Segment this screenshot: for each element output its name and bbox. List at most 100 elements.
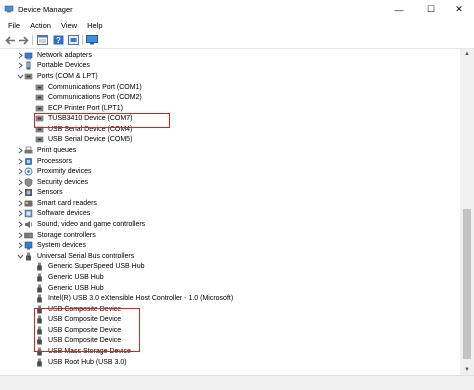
- sensor-icon: [25, 189, 32, 197]
- chevron-right-icon[interactable]: [16, 178, 24, 186]
- tree-item-label: Ports (COM & LPT): [37, 72, 98, 80]
- menu-view[interactable]: View: [61, 21, 77, 30]
- tree-item[interactable]: Ports (COM & LPT): [16, 71, 98, 82]
- chevron-right-icon[interactable]: [16, 221, 24, 229]
- scroll-thumb[interactable]: [463, 209, 471, 359]
- back-arrow-icon[interactable]: [4, 34, 16, 46]
- tree-item-label: Storage controllers: [37, 231, 96, 239]
- port-icon: [35, 137, 44, 143]
- port-icon: [24, 73, 33, 80]
- tree-item-label: Software devices: [37, 210, 91, 218]
- chevron-right-icon[interactable]: [16, 189, 24, 197]
- tree-item[interactable]: USB Serial Device (COM5): [27, 135, 132, 146]
- chevron-right-icon[interactable]: [16, 157, 24, 165]
- vertical-scrollbar[interactable]: ▲ ▼: [460, 49, 474, 375]
- tree-item[interactable]: Smart card readers: [16, 198, 97, 209]
- menu-bar: File Action View Help: [0, 19, 474, 32]
- tree-item[interactable]: Generic USB Hub: [27, 272, 104, 283]
- tree-item[interactable]: Storage controllers: [16, 230, 96, 241]
- tree-item[interactable]: Communications Port (COM1): [27, 82, 142, 93]
- window-title: Device Manager: [18, 5, 73, 14]
- usb-plug-icon: [37, 262, 42, 271]
- forward-arrow-icon[interactable]: [17, 34, 29, 46]
- help-icon[interactable]: ?: [52, 34, 64, 46]
- printer-icon: [24, 146, 33, 154]
- usb-controller-icon: [26, 252, 31, 261]
- tree-item[interactable]: Software devices: [16, 209, 90, 220]
- chevron-right-icon[interactable]: [16, 231, 24, 239]
- tree-item[interactable]: Proximity devices: [16, 166, 91, 177]
- tree-item[interactable]: Sound, video and game controllers: [16, 219, 145, 230]
- system-device-icon: [24, 241, 33, 250]
- menu-action[interactable]: Action: [30, 21, 51, 30]
- toolbar: ?: [0, 32, 474, 49]
- port-icon: [35, 84, 44, 90]
- menu-help[interactable]: Help: [87, 21, 102, 30]
- usb-plug-icon: [37, 284, 42, 293]
- tree-item-label: Communications Port (COM1): [48, 83, 142, 91]
- chevron-right-icon[interactable]: [16, 51, 24, 59]
- minimize-button[interactable]: —: [384, 0, 414, 19]
- security-icon: [24, 177, 33, 187]
- port-icon: [35, 105, 44, 111]
- tree-item-label: Generic USB Hub: [48, 273, 104, 281]
- tree-item-label: Generic USB Hub: [48, 284, 104, 292]
- toolbar-separator: [32, 35, 33, 45]
- tree-item-label: Generic SuperSpeed USB Hub: [48, 263, 145, 271]
- portable-device-icon: [26, 61, 31, 70]
- smart-card-icon: [24, 200, 33, 207]
- network-adapter-icon: [24, 52, 33, 60]
- chevron-right-icon[interactable]: [16, 210, 24, 218]
- usb-plug-icon: [37, 358, 42, 367]
- tree-item[interactable]: Processors: [16, 156, 72, 167]
- highlight-box-usb-composite: [34, 308, 140, 352]
- properties-icon[interactable]: [36, 34, 48, 46]
- svg-text:?: ?: [56, 36, 61, 45]
- chevron-right-icon[interactable]: [16, 168, 24, 176]
- tree-item-label: Smart card readers: [37, 199, 97, 207]
- tree-item[interactable]: USB Root Hub (USB 3.0): [27, 357, 127, 368]
- tree-item[interactable]: Intel(R) USB 3.0 eXtensible Host Control…: [27, 293, 233, 304]
- sound-icon: [25, 221, 33, 229]
- processor-icon: [25, 157, 32, 165]
- chevron-down-icon[interactable]: [16, 72, 24, 80]
- tree-item-label: Processors: [37, 157, 73, 165]
- tree-item-label: Sensors: [37, 189, 63, 197]
- tree-item-label: Sound, video and game controllers: [37, 221, 146, 229]
- tree-item[interactable]: Sensors: [16, 188, 63, 199]
- chevron-right-icon[interactable]: [16, 199, 24, 207]
- tree-item-label: Intel(R) USB 3.0 eXtensible Host Control…: [48, 295, 234, 303]
- tree-item[interactable]: Security devices: [16, 177, 88, 188]
- tree-item-label: Network adapters: [37, 51, 92, 59]
- tree-item[interactable]: Print queues: [16, 145, 76, 156]
- tree-item[interactable]: Generic USB Hub: [27, 283, 104, 294]
- menu-file[interactable]: File: [8, 21, 20, 30]
- monitor-icon[interactable]: [86, 34, 98, 46]
- usb-plug-icon: [37, 294, 42, 303]
- scroll-down-icon[interactable]: ▼: [460, 365, 474, 375]
- chevron-right-icon[interactable]: [16, 242, 24, 250]
- tree-item-label: USB Serial Device (COM5): [48, 136, 133, 144]
- title-bar: Device Manager — ☐ ✕: [0, 0, 474, 19]
- tree-item[interactable]: Network adapters: [16, 50, 92, 61]
- close-button[interactable]: ✕: [444, 0, 474, 19]
- chevron-right-icon[interactable]: [16, 62, 24, 70]
- scroll-up-icon[interactable]: ▲: [460, 49, 474, 59]
- maximize-button[interactable]: ☐: [416, 0, 446, 19]
- tree-item-label: Proximity devices: [37, 168, 92, 176]
- tree-item[interactable]: System devices: [16, 240, 86, 251]
- chevron-down-icon[interactable]: [16, 252, 24, 260]
- highlight-box-tusb3410: [34, 113, 170, 128]
- chevron-right-icon[interactable]: [16, 147, 24, 155]
- storage-icon: [24, 232, 33, 238]
- tree-item[interactable]: Portable Devices: [16, 61, 90, 72]
- scan-hardware-icon[interactable]: [67, 34, 79, 46]
- device-manager-app-icon: [4, 5, 14, 13]
- tree-item-label: Universal Serial Bus controllers: [37, 252, 135, 260]
- tree-item[interactable]: ECP Printer Port (LPT1): [27, 103, 123, 114]
- tree-item[interactable]: Communications Port (COM2): [27, 92, 142, 103]
- tree-item[interactable]: Generic SuperSpeed USB Hub: [27, 262, 145, 273]
- usb-plug-icon: [37, 273, 42, 282]
- tree-item-label: Portable Devices: [37, 62, 90, 70]
- tree-item[interactable]: Universal Serial Bus controllers: [16, 251, 134, 262]
